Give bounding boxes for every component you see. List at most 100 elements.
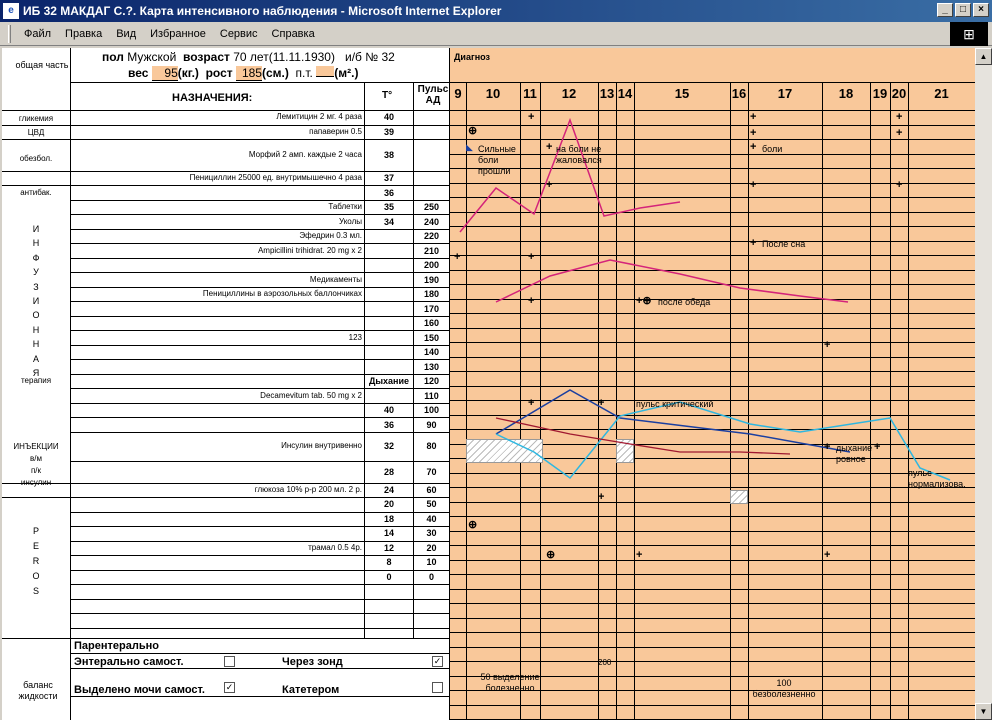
per-os-letter: O xyxy=(32,571,40,581)
prescription-drug: глюкоза 10% р-р 200 мл. 2 р. xyxy=(254,484,362,494)
weight-label: вес xyxy=(128,66,149,80)
note-200: 200 xyxy=(598,658,612,667)
vertical-scrollbar[interactable]: ▲ ▼ xyxy=(975,48,992,720)
note-pulse-normal: пульс нормализова. xyxy=(908,468,966,489)
pulse-value: 220 xyxy=(423,231,440,242)
enteral-label: Энтерально самост. xyxy=(74,656,184,668)
prescription-drug: Эфедрин 0.3 мл. xyxy=(299,231,362,241)
temp-value: 40 xyxy=(383,405,394,416)
ie-app-icon[interactable]: e xyxy=(3,3,19,19)
mark-circle-plus: ⊕ xyxy=(546,549,556,561)
mark-plus: + xyxy=(750,141,757,153)
infusion-letter: Н xyxy=(32,324,40,335)
pulse-value: 250 xyxy=(423,202,440,213)
menu-file[interactable]: Файл xyxy=(17,28,58,40)
note-after-lunch: после обеда xyxy=(658,297,711,307)
mark-plus: + xyxy=(750,111,757,123)
menu-favorites[interactable]: Избранное xyxy=(143,28,213,40)
bsa-unit: (м².) xyxy=(334,66,359,80)
scroll-up-button[interactable]: ▲ xyxy=(975,48,992,65)
pulse-value: 200 xyxy=(423,260,440,271)
temp-value: 24 xyxy=(383,484,394,495)
minimize-button[interactable]: _ xyxy=(937,3,953,17)
tube-label: Через зонд xyxy=(282,656,343,668)
pulse-value: 80 xyxy=(426,441,437,452)
enteral-checkbox[interactable] xyxy=(224,656,235,667)
per-os-letter: S xyxy=(32,586,39,596)
pulse-value: 60 xyxy=(426,484,437,495)
observation-grid[interactable]: Диагноз 9 10 11 12 13 14 15 16 17 18 19 20 21 + + + … xyxy=(450,48,975,720)
temp-value: 12 xyxy=(383,542,394,553)
temp-column-header: T° xyxy=(382,90,393,101)
pulse-value: 110 xyxy=(424,390,439,401)
case-value: 32 xyxy=(381,50,395,64)
general-section-label: общая часть xyxy=(15,60,69,70)
mark-plus: + xyxy=(598,397,605,409)
note-output-50: 50 выделение болезненно xyxy=(480,672,540,693)
temp-value: 14 xyxy=(383,528,394,539)
catheter-checkbox[interactable] xyxy=(432,682,443,693)
prescription-drug: Таблетки xyxy=(328,202,362,212)
mark-plus: + xyxy=(896,111,903,123)
weight-field[interactable]: 95 xyxy=(151,66,178,81)
mark-plus: + xyxy=(750,127,757,139)
patient-info-line: пол Мужской возраст 70 лет(11.11.1930) и… xyxy=(102,50,395,64)
pulse-value: 90 xyxy=(426,419,437,430)
group-cvp: ЦВД xyxy=(27,128,45,137)
mark-plus: + xyxy=(896,179,903,191)
sex-value: Мужской xyxy=(127,50,177,64)
close-button[interactable]: × xyxy=(973,3,989,17)
height-field[interactable]: 185 xyxy=(235,66,262,81)
scroll-down-button[interactable]: ▼ xyxy=(975,703,992,720)
cyan-curve xyxy=(495,401,951,481)
per-os-letter: E xyxy=(32,541,39,551)
menu-help[interactable]: Справка xyxy=(265,28,322,40)
infusion-letter: И xyxy=(32,296,40,306)
temp-value: Дыхание xyxy=(368,376,410,387)
group-balance: баланс жидкости xyxy=(18,680,58,701)
prescriptions-header: НАЗНАЧЕНИЯ: xyxy=(172,92,253,104)
pulse-column-header: Пульс АД xyxy=(417,84,449,106)
pulse-value: 20 xyxy=(426,542,437,553)
mark-plus: + xyxy=(824,441,831,453)
urine-label: Выделено мочи самост. xyxy=(74,684,205,696)
mark-plus: + xyxy=(824,549,831,561)
menu-tools[interactable]: Сервис xyxy=(213,28,265,40)
window-title-bar[interactable]: e ИБ 32 МАКДАГ С.?. Карта интенсивного н… xyxy=(0,0,992,22)
page-content: общая часть пол Мужской возраст 70 лет(1… xyxy=(2,48,975,720)
per-os-letter: R xyxy=(32,556,40,566)
mark-plus: + xyxy=(824,339,831,351)
tube-checkbox[interactable]: ✓ xyxy=(432,656,443,667)
pulse-value: 140 xyxy=(423,347,440,358)
mark-plus: + xyxy=(528,397,535,409)
note-critical-pulse: пульс критический xyxy=(636,399,714,409)
toolbar-grip[interactable] xyxy=(8,24,11,43)
menu-edit[interactable]: Правка xyxy=(58,28,109,40)
pulse-value: 50 xyxy=(426,499,437,510)
mark-circle-plus: ⊕ xyxy=(468,125,478,137)
age-value: 70 лет(11.11.1930) xyxy=(233,50,335,64)
pulse-value: 240 xyxy=(423,216,440,227)
temp-value: 39 xyxy=(383,126,394,137)
mark-plus: + xyxy=(750,237,757,249)
temp-value: 38 xyxy=(383,149,394,160)
group-glycemia: гликемия xyxy=(18,114,54,123)
note-pain: боли xyxy=(762,144,783,154)
catheter-label: Катетером xyxy=(282,684,340,696)
mark-plus: + xyxy=(636,549,643,561)
infusion-letter: И xyxy=(32,224,40,234)
prescription-drug: Медикаменты xyxy=(309,274,362,284)
menu-view[interactable]: Вид xyxy=(109,28,143,40)
mark-plus: + xyxy=(546,179,553,191)
temp-value: 35 xyxy=(383,202,394,213)
group-analgesia: обезбол. xyxy=(19,154,53,163)
urine-checkbox[interactable]: ✓ xyxy=(224,682,235,693)
maximize-button[interactable]: □ xyxy=(955,3,971,17)
note-no-complaint: на боли не жаловался xyxy=(556,144,602,165)
weight-unit: (кг.) xyxy=(177,66,199,80)
patient-measures-line: вес 95(кг.) рост 185(см.) п.т. (м².) xyxy=(128,66,358,81)
temp-value: 40 xyxy=(383,112,394,123)
pulse-value: 10 xyxy=(426,557,437,568)
bsa-field[interactable] xyxy=(316,66,335,77)
flag-icon: ◣ xyxy=(466,142,473,152)
